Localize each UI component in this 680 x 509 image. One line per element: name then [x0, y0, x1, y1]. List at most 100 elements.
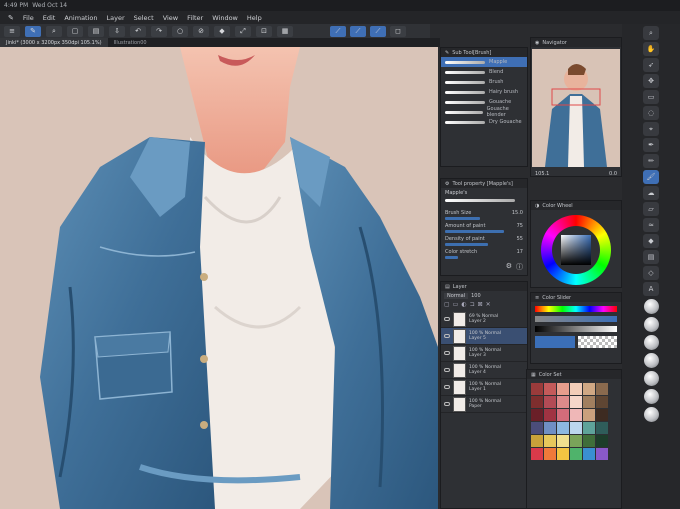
tab-illustration[interactable]: Illustration00 — [108, 38, 153, 47]
color-swatch[interactable] — [531, 422, 543, 434]
color-swatch[interactable] — [596, 422, 608, 434]
color-swatch[interactable] — [570, 409, 582, 421]
angle-value[interactable]: 0.0 — [609, 171, 617, 177]
color-swatch[interactable] — [531, 435, 543, 447]
property-row[interactable]: Color stretch 17 — [441, 247, 527, 260]
navigator-thumbnail[interactable] — [532, 49, 620, 167]
property-row[interactable]: Brush Size 15.0 — [441, 208, 527, 221]
layer-row[interactable]: 100 % Normal Layer 3 — [441, 345, 527, 362]
blend-mode-select[interactable]: Normal — [444, 293, 469, 299]
snap-off-icon[interactable]: ◻ — [390, 25, 406, 37]
property-value[interactable]: 17 — [517, 249, 523, 255]
menu-help[interactable]: Help — [247, 14, 262, 22]
color-swatch[interactable] — [557, 435, 569, 447]
transparent-color-swatch[interactable] — [577, 336, 617, 348]
fill-tool-icon[interactable]: ◆ — [643, 234, 659, 248]
info-icon[interactable]: ⓘ — [516, 262, 523, 272]
main-color-swatch[interactable] — [535, 336, 575, 348]
snap-special-ruler-icon[interactable]: ⟋ — [350, 25, 366, 37]
color-swatch[interactable] — [557, 383, 569, 395]
color-swatch[interactable] — [531, 383, 543, 395]
color-swatch[interactable] — [531, 396, 543, 408]
transform-icon[interactable]: ⤢ — [235, 25, 251, 37]
hue-slider[interactable] — [535, 306, 617, 312]
property-row[interactable]: Density of paint 55 — [441, 234, 527, 247]
eraser-tool-icon[interactable]: ▱ — [643, 202, 659, 216]
color-swatch[interactable] — [583, 435, 595, 447]
saturation-slider[interactable] — [535, 316, 617, 322]
menu-animation[interactable]: Animation — [64, 14, 97, 22]
color-swatch[interactable] — [583, 396, 595, 408]
figure-tool-icon[interactable]: ◇ — [643, 266, 659, 280]
color-swatch[interactable] — [570, 396, 582, 408]
app-icon[interactable]: ✎ — [8, 14, 14, 22]
property-value[interactable]: 15.0 — [512, 210, 523, 216]
color-swatch[interactable] — [570, 383, 582, 395]
color-swatch[interactable] — [557, 409, 569, 421]
brush-size-preset[interactable] — [643, 353, 659, 368]
menu-filter[interactable]: Filter — [187, 14, 203, 22]
brush-size-preset[interactable] — [643, 371, 659, 386]
eye-icon[interactable] — [444, 351, 450, 355]
color-swatch[interactable] — [544, 435, 556, 447]
color-swatch[interactable] — [544, 422, 556, 434]
menu-select[interactable]: Select — [134, 14, 154, 22]
color-swatch[interactable] — [583, 383, 595, 395]
text-tool-icon[interactable]: A — [643, 282, 659, 296]
new-folder-icon[interactable]: ▭ — [453, 301, 459, 311]
brush-tool-icon[interactable]: 🖌 — [643, 170, 659, 184]
color-swatch[interactable] — [557, 422, 569, 434]
color-swatch[interactable] — [596, 409, 608, 421]
color-swatch[interactable] — [531, 448, 543, 460]
pencil-tool-icon[interactable]: ✏ — [643, 154, 659, 168]
operation-tool-icon[interactable]: ➶ — [643, 58, 659, 72]
color-swatch[interactable] — [544, 383, 556, 395]
pen-icon[interactable]: ✎ — [25, 25, 41, 37]
brush-item-gouache-blender[interactable]: Gouache blender — [441, 106, 527, 118]
color-swatch[interactable] — [583, 409, 595, 421]
fill-icon[interactable]: ◆ — [214, 25, 230, 37]
color-swatch[interactable] — [596, 383, 608, 395]
hand-tool-icon[interactable]: ✋ — [643, 42, 659, 56]
layer-row[interactable]: 69 % Normal Layer 2 — [441, 311, 527, 328]
tab-jinki[interactable]: Jinki* (3000 x 3200px 350dpi 105.1%) — [0, 38, 108, 47]
property-value[interactable]: 75 — [517, 223, 523, 229]
brush-size-preset[interactable] — [643, 335, 659, 350]
pen-tool-icon[interactable]: ✒ — [643, 138, 659, 152]
brush-size-preset[interactable] — [643, 299, 659, 314]
property-row[interactable]: Amount of paint 75 — [441, 221, 527, 234]
brush-size-preset[interactable] — [643, 389, 659, 404]
property-slider[interactable] — [445, 243, 488, 246]
color-swatch[interactable] — [583, 448, 595, 460]
zoom-tool-icon[interactable]: ⌕ — [643, 26, 659, 40]
blend-tool-icon[interactable]: ≈ — [643, 218, 659, 232]
menu-edit[interactable]: Edit — [43, 14, 56, 22]
deselect-icon[interactable]: ⊘ — [193, 25, 209, 37]
color-swatch[interactable] — [583, 422, 595, 434]
lasso-tool-icon[interactable]: ◌ — [643, 106, 659, 120]
clear-icon[interactable]: ○ — [172, 25, 188, 37]
color-swatch[interactable] — [570, 422, 582, 434]
eye-icon[interactable] — [444, 368, 450, 372]
menu-layer[interactable]: Layer — [107, 14, 125, 22]
property-value[interactable]: 55 — [517, 236, 523, 242]
new-icon[interactable]: ▢ — [67, 25, 83, 37]
brush-item-blend[interactable]: Blend — [441, 67, 527, 77]
color-swatch[interactable] — [557, 448, 569, 460]
menu-view[interactable]: View — [163, 14, 178, 22]
eye-icon[interactable] — [444, 402, 450, 406]
brush-size-preset[interactable] — [643, 317, 659, 332]
eye-icon[interactable] — [444, 317, 450, 321]
property-slider[interactable] — [445, 217, 480, 220]
snap-ruler-icon[interactable]: ⟋ — [330, 25, 346, 37]
airbrush-tool-icon[interactable]: ☁ — [643, 186, 659, 200]
hue-ring[interactable] — [541, 215, 611, 285]
lock-icon[interactable]: ⊠ — [478, 301, 483, 311]
value-slider[interactable] — [535, 326, 617, 332]
grid-icon[interactable]: ▦ — [277, 25, 293, 37]
eyedropper-tool-icon[interactable]: ⌖ — [643, 122, 659, 136]
crop-icon[interactable]: ⊡ — [256, 25, 272, 37]
new-layer-icon[interactable]: ▢ — [444, 301, 450, 311]
brush-item-hairy[interactable]: Hairy brush — [441, 87, 527, 97]
property-slider[interactable] — [445, 256, 458, 259]
